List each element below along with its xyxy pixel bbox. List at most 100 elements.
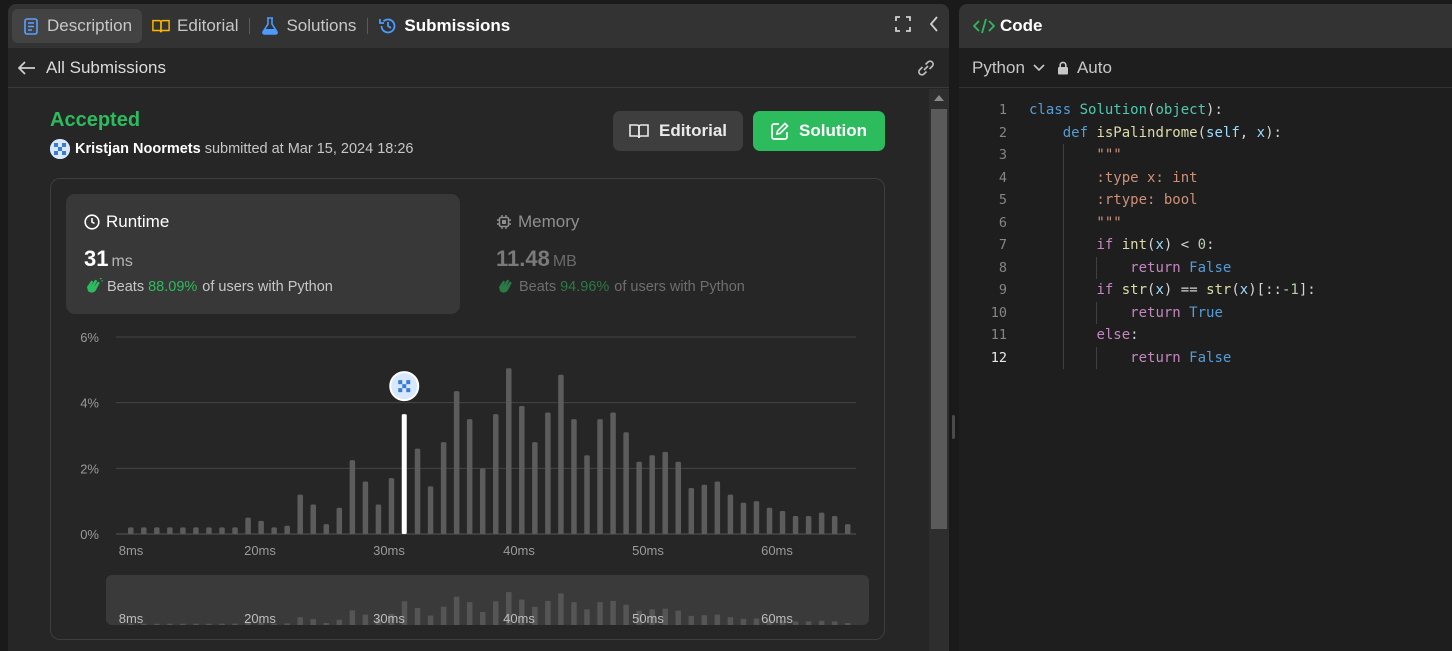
chart-bar bbox=[427, 486, 434, 534]
chart-bar bbox=[414, 448, 421, 534]
fullscreen-icon[interactable] bbox=[895, 15, 911, 37]
minimap-tick-label: 30ms bbox=[373, 611, 405, 626]
chart-bar bbox=[805, 515, 812, 534]
minimap-bar bbox=[545, 600, 551, 625]
minimap-bar bbox=[466, 602, 473, 625]
code-text: :rtype: bool bbox=[1029, 192, 1198, 209]
scrollbar[interactable] bbox=[929, 89, 949, 651]
code-text: :type x: int bbox=[1029, 169, 1198, 186]
flask-icon bbox=[261, 17, 279, 35]
autocomplete-mode[interactable]: Auto bbox=[1077, 58, 1112, 78]
chart-bar bbox=[844, 524, 851, 534]
editorial-button[interactable]: Editorial bbox=[613, 111, 743, 151]
y-tick-label: 6% bbox=[80, 330, 99, 345]
arrow-left-icon[interactable] bbox=[18, 60, 36, 75]
submission-status: Accepted bbox=[50, 109, 141, 131]
minimap-bar bbox=[219, 623, 225, 625]
avatar[interactable] bbox=[50, 139, 70, 159]
line-number: 5 bbox=[998, 192, 1007, 209]
minimap-bar bbox=[193, 623, 199, 625]
chart-bar bbox=[375, 504, 382, 534]
minimap-bar bbox=[597, 602, 603, 625]
minimap-bar bbox=[323, 623, 330, 625]
chart-bar bbox=[232, 527, 238, 534]
minimap-bar bbox=[310, 619, 316, 625]
all-submissions-link[interactable]: All Submissions bbox=[46, 58, 166, 78]
code-line[interactable]: 7 if int(x) < 0: bbox=[959, 234, 1452, 257]
code-line[interactable]: 6 """ bbox=[959, 211, 1452, 234]
chevron-down-icon[interactable] bbox=[1033, 63, 1045, 72]
code-line[interactable]: 10 return True bbox=[959, 301, 1452, 324]
code-line[interactable]: 8 return False bbox=[959, 256, 1452, 279]
minimap-bar bbox=[440, 606, 447, 625]
tab-submissions[interactable]: Submissions bbox=[369, 9, 520, 43]
chart-bar bbox=[180, 527, 186, 534]
runtime-distribution-chart[interactable]: 6% 4% 2% 0% 8ms 20ms 30ms 40ms 50ms 60ms 8ms 20ms 30… bbox=[51, 179, 886, 641]
x-tick-label: 30ms bbox=[373, 543, 405, 558]
code-line[interactable]: 11 else: bbox=[959, 324, 1452, 347]
submission-subheader: All Submissions bbox=[8, 48, 949, 88]
scroll-up-arrow-icon[interactable] bbox=[934, 95, 944, 101]
x-tick-label: 50ms bbox=[632, 543, 664, 558]
solution-button[interactable]: Solution bbox=[753, 111, 885, 151]
chart-bar bbox=[466, 419, 473, 534]
line-number: 4 bbox=[998, 169, 1007, 186]
code-title: Code bbox=[1000, 16, 1043, 35]
tab-description[interactable]: Description bbox=[12, 9, 143, 43]
chart-bar bbox=[219, 527, 225, 534]
minimap-bar bbox=[453, 596, 460, 625]
submitter-name[interactable]: Kristjan Noormets bbox=[75, 141, 201, 157]
chevron-left-icon[interactable] bbox=[929, 15, 939, 37]
chart-bar bbox=[479, 468, 486, 534]
chart-bar bbox=[636, 461, 642, 534]
chart-bar bbox=[532, 442, 538, 534]
editor-toolbar: Python Auto bbox=[959, 48, 1452, 88]
history-icon bbox=[379, 17, 397, 35]
tab-label: Submissions bbox=[404, 16, 511, 35]
chart-bar bbox=[597, 419, 603, 534]
line-number: 12 bbox=[990, 349, 1007, 366]
minimap-bar bbox=[493, 601, 499, 625]
code-line[interactable]: 4 :type x: int bbox=[959, 166, 1452, 189]
chart-bar bbox=[349, 460, 356, 534]
minimap-bar bbox=[805, 621, 812, 625]
minimap-bar bbox=[610, 600, 616, 625]
code-icon bbox=[973, 18, 995, 34]
code-line[interactable]: 3 """ bbox=[959, 144, 1452, 167]
user-avatar-marker[interactable] bbox=[389, 371, 420, 402]
code-text: """ bbox=[1029, 147, 1122, 164]
code-line[interactable]: 9 if str(x) == str(x)[::-1]: bbox=[959, 279, 1452, 302]
minimap-bar bbox=[336, 619, 343, 625]
minimap-bar bbox=[427, 615, 434, 625]
submitted-time: submitted at Mar 15, 2024 18:26 bbox=[204, 141, 414, 157]
minimap-tick-label: 20ms bbox=[244, 611, 276, 626]
code-line[interactable]: 12 return False bbox=[959, 346, 1452, 369]
chart-bar bbox=[818, 512, 825, 534]
minimap-tick-label: 50ms bbox=[632, 611, 664, 626]
minimap-bar bbox=[349, 610, 356, 625]
chart-bar bbox=[128, 527, 134, 534]
language-select[interactable]: Python bbox=[972, 58, 1025, 78]
range-selector bbox=[106, 575, 869, 625]
panel-resize-handle[interactable] bbox=[952, 415, 955, 439]
link-icon[interactable] bbox=[915, 59, 937, 82]
code-line[interactable]: 5 :rtype: bool bbox=[959, 189, 1452, 212]
chart-bar bbox=[792, 515, 799, 534]
scroll-thumb[interactable] bbox=[931, 109, 947, 529]
code-line[interactable]: 2 def isPalindrome(self, x): bbox=[959, 122, 1452, 145]
code-text: return True bbox=[1130, 304, 1223, 321]
y-tick-label: 0% bbox=[80, 527, 99, 542]
chart-bar bbox=[336, 507, 343, 534]
lock-icon bbox=[1057, 61, 1069, 75]
chart-bar bbox=[571, 419, 577, 534]
line-number: 6 bbox=[998, 214, 1007, 231]
line-number: 11 bbox=[990, 327, 1007, 344]
tab-editorial[interactable]: Editorial bbox=[142, 9, 248, 43]
code-line[interactable]: 1 class Solution(object): bbox=[959, 99, 1452, 122]
code-editor[interactable]: 1 class Solution(object): 2 def isPalindro… bbox=[959, 99, 1452, 369]
chart-bar bbox=[284, 525, 290, 534]
tab-solutions[interactable]: Solutions bbox=[251, 9, 366, 43]
chart-bar bbox=[766, 507, 773, 534]
minimap-bar bbox=[414, 608, 421, 625]
performance-card: Runtime 31 ms Beats 88.09% of users with … bbox=[50, 178, 885, 640]
